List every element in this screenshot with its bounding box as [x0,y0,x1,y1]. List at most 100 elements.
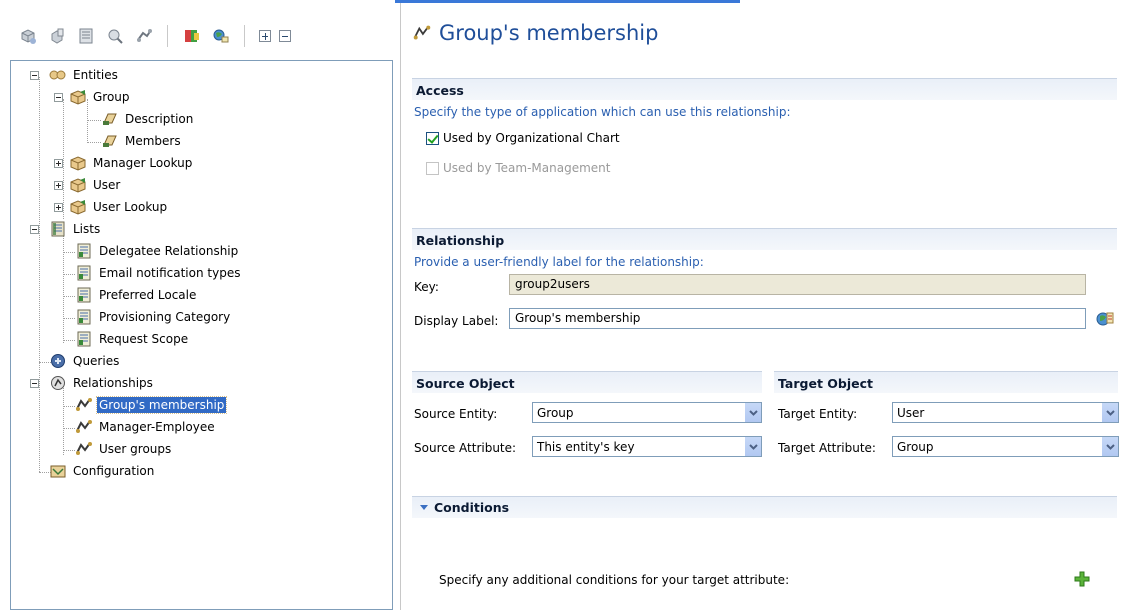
attribute-icon [101,111,119,127]
new-attribute-icon[interactable] [47,26,67,46]
key-label: Key: [414,280,439,294]
expand-toggle[interactable] [54,181,63,190]
relationship-icon [413,25,431,41]
team-management-checkbox [426,161,439,175]
tree-node-queries[interactable]: Queries [49,351,121,371]
target-attribute-label: Target Attribute: [778,441,876,455]
tree-label: Queries [73,354,120,368]
tree-label: Request Scope [99,332,189,346]
collapse-toggle[interactable] [30,379,39,388]
tree-label: Manager Lookup [93,156,193,170]
relationships-folder-icon [49,375,67,391]
tree-label: Delegatee Relationship [99,244,239,258]
new-query-icon[interactable] [105,26,125,46]
entity-icon [69,155,87,171]
collapse-toggle[interactable] [30,71,39,80]
new-entity-icon[interactable] [18,26,38,46]
target-attribute-select[interactable]: Group [892,436,1119,457]
source-attribute-value: This entity's key [537,439,635,454]
list-icon [75,331,93,347]
org-chart-checkbox[interactable] [426,131,439,145]
source-entity-select[interactable]: Group [532,402,762,423]
collapse-toggle[interactable] [54,93,63,102]
tree-node-entities[interactable]: Entities [49,65,120,85]
tree-node-request-scope[interactable]: Request Scope [75,329,190,349]
tree-node-members[interactable]: Members [101,131,183,151]
new-relationship-icon[interactable] [134,26,154,46]
new-list-icon[interactable] [76,26,96,46]
lists-folder-icon [49,221,67,237]
tree-label: Entities [73,68,118,82]
tree-node-provisioning-category[interactable]: Provisioning Category [75,307,232,327]
tree-node-user-lookup[interactable]: User Lookup [69,197,169,217]
source-entity-label: Source Entity: [414,407,498,421]
list-icon [75,287,93,303]
project-tree: Entities Group Description Members Manag… [10,60,393,610]
tree-node-user[interactable]: User [69,175,122,195]
configure-icon[interactable] [182,26,202,46]
tree-label: User Lookup [93,200,168,214]
display-label-field[interactable]: Group's membership [509,308,1086,329]
chevron-down-icon[interactable] [1101,437,1118,456]
tree-node-configuration[interactable]: Configuration [49,461,156,481]
expand-all-icon[interactable] [259,30,271,42]
tree-node-relationships[interactable]: Relationships [49,373,155,393]
tree-node-manager-lookup[interactable]: Manager Lookup [69,153,194,173]
target-section-header: Target Object [774,371,1118,393]
tree-connector [39,77,40,472]
tree-connector [63,274,75,275]
list-icon [75,265,93,281]
tree-label: User [93,178,121,192]
tree-connector [63,385,64,455]
tree-node-lists[interactable]: Lists [49,219,102,239]
expand-toggle[interactable] [54,159,63,168]
tree-connector [87,142,101,143]
entities-folder-icon [49,67,67,83]
tree-node-manager-employee[interactable]: Manager-Employee [75,417,217,437]
tree-node-user-groups[interactable]: User groups [75,439,173,459]
tree-node-group[interactable]: Group [69,87,132,107]
relationship-icon [75,441,93,457]
team-management-checkbox-row: Used by Team-Management [426,161,610,175]
tree-node-description[interactable]: Description [101,109,195,129]
target-entity-label: Target Entity: [778,407,858,421]
source-attribute-select[interactable]: This entity's key [532,436,762,457]
target-entity-select[interactable]: User [892,402,1119,423]
chevron-down-icon[interactable] [744,437,761,456]
tree-label: Provisioning Category [99,310,231,324]
tree-label: Manager-Employee [99,420,215,434]
editor-title: Group's membership [413,21,658,45]
collapse-toggle[interactable] [30,225,39,234]
chevron-down-icon[interactable] [420,505,428,510]
chevron-down-icon[interactable] [1101,403,1118,422]
localize-icon[interactable] [1094,309,1116,329]
tree-label: Configuration [73,464,155,478]
list-icon [75,309,93,325]
localize-icon[interactable] [211,26,231,46]
tree-node-delegatee-relationship[interactable]: Delegatee Relationship [75,241,240,261]
relationship-description: Provide a user-friendly label for the re… [414,255,704,269]
add-condition-icon[interactable] [1074,571,1092,589]
tree-label: User groups [99,442,172,456]
access-description: Specify the type of application which ca… [414,105,791,119]
tree-connector [63,340,75,341]
configuration-icon [49,463,67,479]
expand-toggle[interactable] [54,203,63,212]
source-attribute-label: Source Attribute: [414,441,517,455]
conditions-description: Specify any additional conditions for yo… [439,573,790,587]
tree-node-groups-membership[interactable]: Group's membership [75,395,228,415]
tree-connector [63,450,75,451]
tree-node-preferred-locale[interactable]: Preferred Locale [75,285,198,305]
editor-title-text: Group's membership [439,21,659,45]
entity-icon [69,177,87,193]
tree-node-email-notification-types[interactable]: Email notification types [75,263,242,283]
relationship-icon [75,397,93,413]
chevron-down-icon[interactable] [744,403,761,422]
collapse-all-icon[interactable] [279,30,291,42]
conditions-section-header[interactable]: Conditions [412,496,1117,518]
tree-label: Description [125,112,194,126]
org-chart-checkbox-row[interactable]: Used by Organizational Chart [426,131,620,145]
tree-connector [63,252,75,253]
queries-icon [49,353,67,369]
entity-icon [69,89,87,105]
